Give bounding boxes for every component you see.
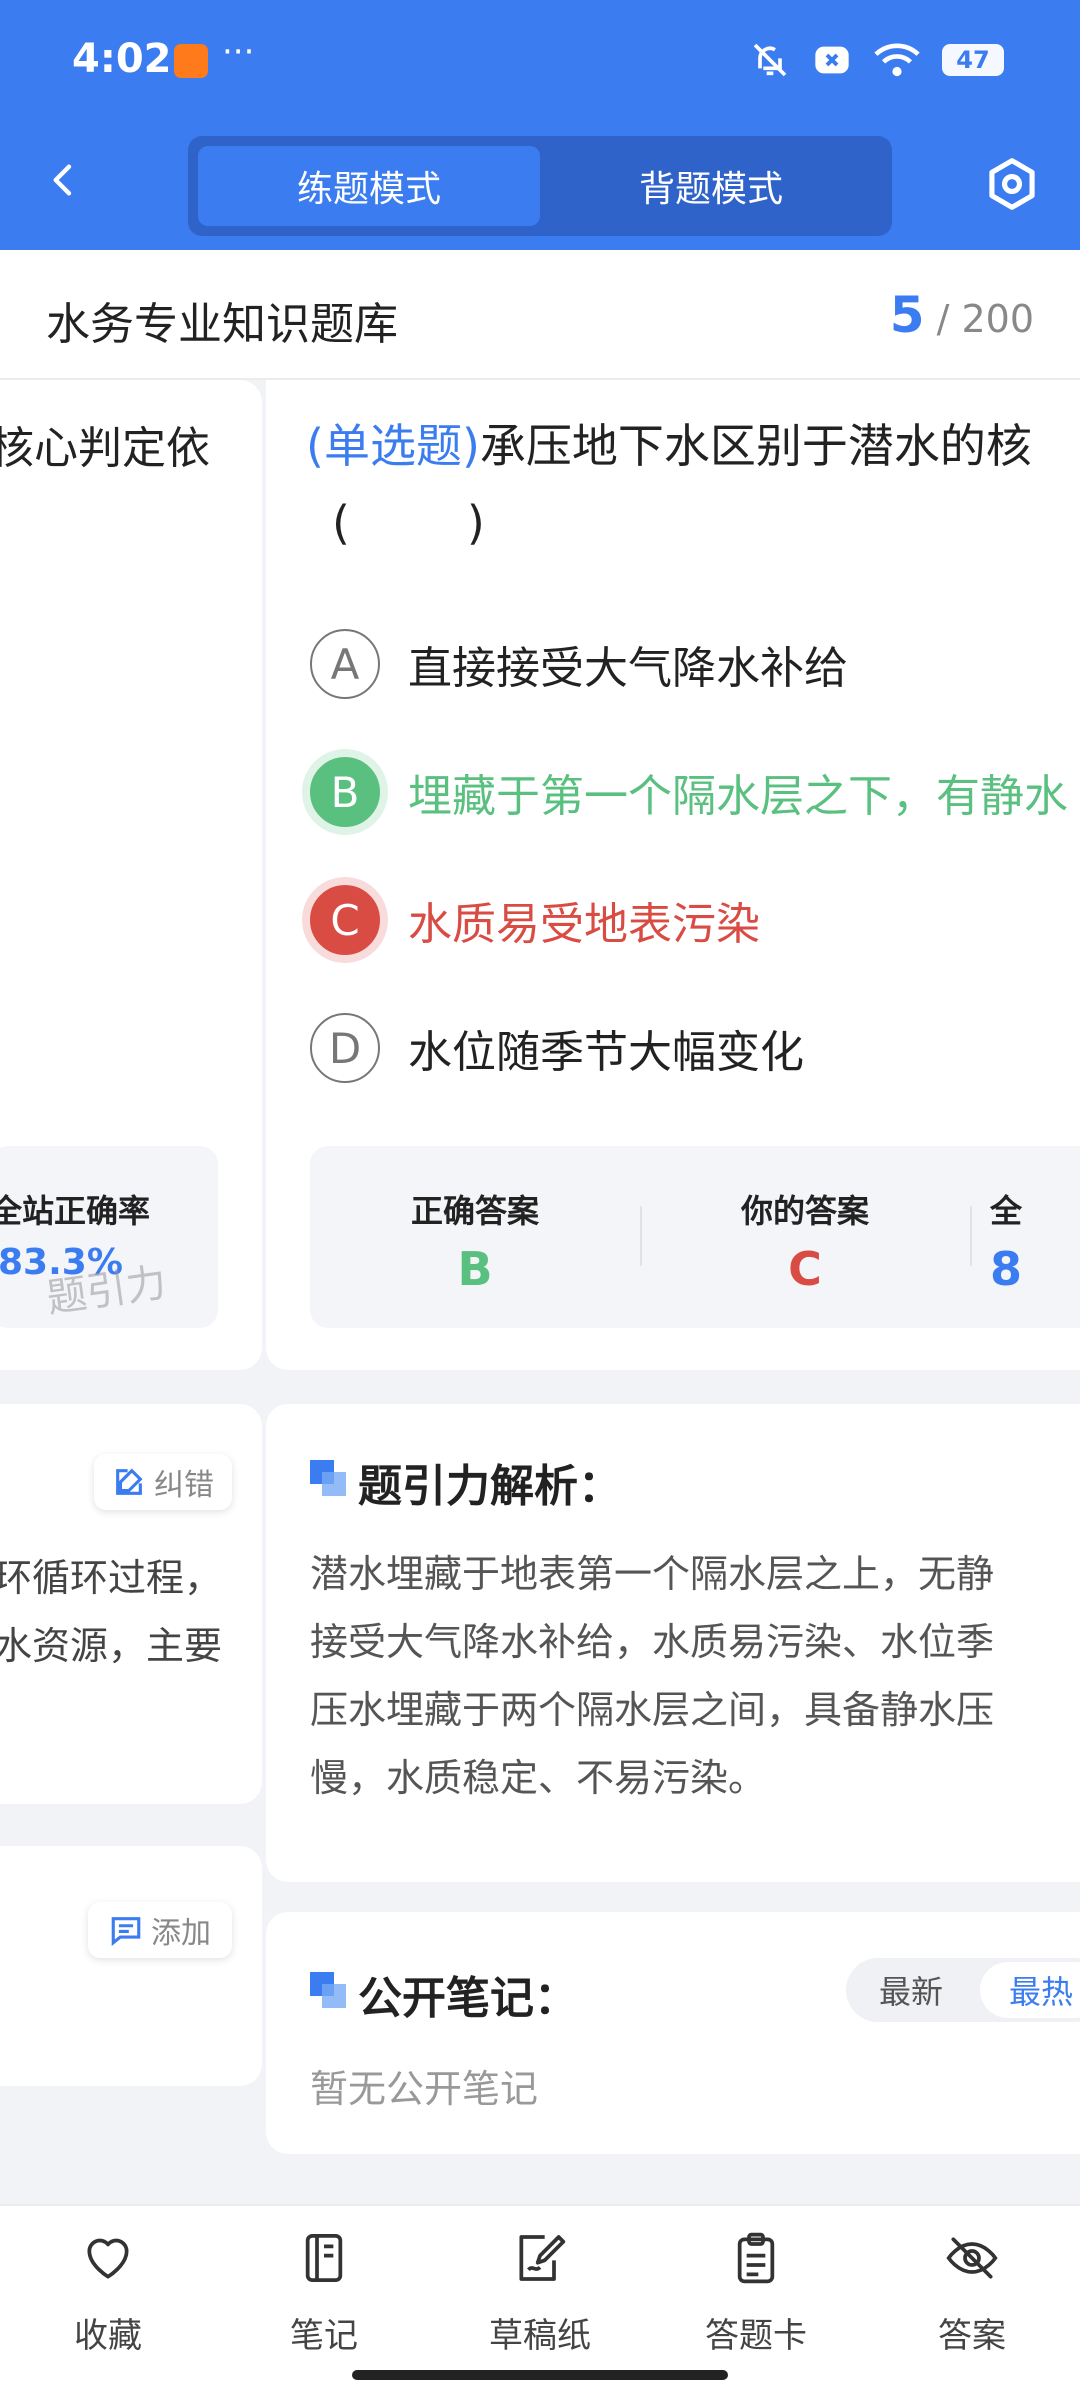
- status-icons: 47: [750, 40, 1004, 80]
- option-text: 直接接受大气降水补给: [408, 643, 848, 694]
- app-header: 4:02 ··· 47 练题模式 背题模式: [0, 0, 1080, 250]
- mute-bell-icon: [753, 43, 787, 77]
- draft-paper-icon: [519, 2235, 566, 2281]
- status-time: 4:02: [72, 36, 172, 82]
- explanation-line: 接受大气降水补给，水质易污染、水位季: [310, 1620, 995, 1664]
- correct-answer-label: 正确答案: [410, 1192, 539, 1230]
- tab-memorize-mode[interactable]: 背题模式: [540, 146, 882, 226]
- current-question-number: 5: [889, 286, 925, 344]
- answer-summary: 正确答案 B 你的答案 C 全 8: [310, 1146, 1080, 1328]
- public-notes-card: 公开笔记： 最新 最热 暂无公开笔记: [266, 1912, 1080, 2154]
- favorite-label: 收藏: [74, 2316, 142, 2356]
- settings-hexagon-icon[interactable]: [984, 156, 1040, 212]
- your-answer-column: 你的答案 C: [640, 1146, 970, 1328]
- option-letter: B: [310, 757, 380, 827]
- eye-off-icon: [946, 2237, 998, 2279]
- notes-label: 笔记: [290, 2316, 358, 2356]
- report-error-button[interactable]: 纠错: [94, 1454, 232, 1510]
- overall-accuracy-label: 全: [990, 1192, 1023, 1230]
- edit-icon: [116, 1468, 143, 1495]
- notes-title: 公开笔记：: [358, 1973, 578, 2024]
- your-answer-value: C: [788, 1242, 822, 1296]
- section-square-icon: [310, 1460, 346, 1496]
- draft-paper-label: 草稿纸: [489, 2316, 591, 2356]
- total-questions: / 200: [936, 297, 1034, 341]
- answer-card-label: 答题卡: [705, 2316, 807, 2356]
- report-error-label: 纠错: [154, 1468, 214, 1503]
- heart-icon: [87, 2238, 129, 2279]
- option-letter: D: [310, 1013, 380, 1083]
- tab-practice-mode[interactable]: 练题模式: [198, 146, 540, 226]
- draft-paper-button[interactable]: 草稿纸: [460, 2230, 620, 2357]
- option-letter: A: [310, 629, 380, 699]
- notification-app-icon: [174, 44, 208, 78]
- show-answer-label: 答案: [938, 2316, 1006, 2356]
- option-letter: C: [310, 885, 380, 955]
- option-d[interactable]: D 水位随季节大幅变化: [310, 1010, 804, 1086]
- empty-notes-message: 暂无公开笔记: [310, 2067, 539, 2111]
- previous-explanation-card: 纠错 环循环过程， 水资源，主要: [0, 1404, 262, 1804]
- question-card: (单选题)承压地下水区别于潜水的核 ( ) A 直接接受大气降水补给 B 埋藏于…: [266, 380, 1080, 1370]
- explanation-line: 慢，水质稳定、不易污染。: [310, 1756, 767, 1800]
- previous-question-fragment: 核心判定依: [0, 423, 210, 474]
- battery-indicator: 47: [942, 44, 1004, 76]
- option-a[interactable]: A 直接接受大气降水补给: [310, 626, 848, 702]
- previous-notes-card: 添加: [0, 1846, 262, 2086]
- overall-accuracy-value: 8: [990, 1242, 1023, 1296]
- explanation-line: 潜水埋藏于地表第一个隔水层之上，无静: [310, 1552, 995, 1596]
- question-blank: ( ): [332, 496, 485, 550]
- correct-answer-value: B: [457, 1242, 493, 1296]
- explanation-card: 题引力解析： 潜水埋藏于地表第一个隔水层之上，无静 接受大气降水补给，水质易污染…: [266, 1404, 1080, 1882]
- bank-title: 水务专业知识题库: [46, 299, 398, 350]
- previous-accuracy-label: 全站正确率: [0, 1192, 150, 1230]
- option-b[interactable]: B 埋藏于第一个隔水层之下，有静水: [310, 754, 1068, 830]
- previous-explanation-line: 水资源，主要: [0, 1624, 223, 1668]
- wifi-icon: [874, 43, 920, 77]
- previous-accuracy-box: 全站正确率 83.3% 题引力: [0, 1146, 218, 1328]
- answer-card-button[interactable]: 答题卡: [676, 2230, 836, 2357]
- answer-card-icon: [737, 2232, 775, 2284]
- question-progress: 5 / 200: [890, 286, 1034, 344]
- divider: [970, 1206, 972, 1266]
- overall-accuracy-column: 全 8: [990, 1146, 1080, 1328]
- mode-toggle: 练题模式 背题模式: [188, 136, 892, 236]
- option-text: 水位随季节大幅变化: [408, 1027, 804, 1078]
- notes-sort-toggle: 最新 最热: [846, 1958, 1080, 2022]
- show-answer-button[interactable]: 答案: [892, 2230, 1052, 2357]
- correct-answer-column: 正确答案 B: [310, 1146, 640, 1328]
- previous-explanation-text: 环循环过程， 水资源，主要: [0, 1544, 222, 1680]
- notebook-icon: [305, 2233, 343, 2283]
- your-answer-label: 你的答案: [740, 1192, 869, 1230]
- explanation-text: 潜水埋藏于地表第一个隔水层之上，无静 接受大气降水补给，水质易污染、水位季 压水…: [310, 1540, 994, 1812]
- previous-explanation-line: 环循环过程，: [0, 1556, 223, 1600]
- option-text: 埋藏于第一个隔水层之下，有静水: [408, 771, 1068, 822]
- question-bank-bar: 水务专业知识题库 5 / 200: [0, 250, 1080, 380]
- option-c[interactable]: C 水质易受地表污染: [310, 882, 760, 958]
- explanation-title: 题引力解析：: [358, 1461, 622, 1512]
- sort-latest[interactable]: 最新: [850, 1962, 972, 2018]
- status-more-dots: ···: [222, 32, 255, 72]
- add-note-button[interactable]: 添加: [88, 1902, 232, 1958]
- question-type-tag: (单选题): [306, 419, 480, 473]
- explanation-line: 压水埋藏于两个隔水层之间，具备静水压: [310, 1688, 995, 1732]
- option-text: 水质易受地表污染: [408, 899, 760, 950]
- section-square-icon: [310, 1972, 346, 2008]
- back-arrow-icon[interactable]: [44, 160, 84, 200]
- previous-question-card: 核心判定依 全站正确率 83.3% 题引力: [0, 380, 262, 1370]
- notes-button[interactable]: 笔记: [244, 2230, 404, 2357]
- sort-hot[interactable]: 最热: [980, 1962, 1080, 2018]
- favorite-button[interactable]: 收藏: [28, 2230, 188, 2357]
- add-note-label: 添加: [151, 1916, 211, 1951]
- question-stem: 承压地下水区别于潜水的核: [479, 419, 1032, 473]
- question-text: (单选题)承压地下水区别于潜水的核: [306, 410, 1032, 476]
- close-box-icon: [815, 46, 849, 74]
- comment-icon: [111, 1917, 141, 1946]
- home-indicator[interactable]: [352, 2370, 728, 2380]
